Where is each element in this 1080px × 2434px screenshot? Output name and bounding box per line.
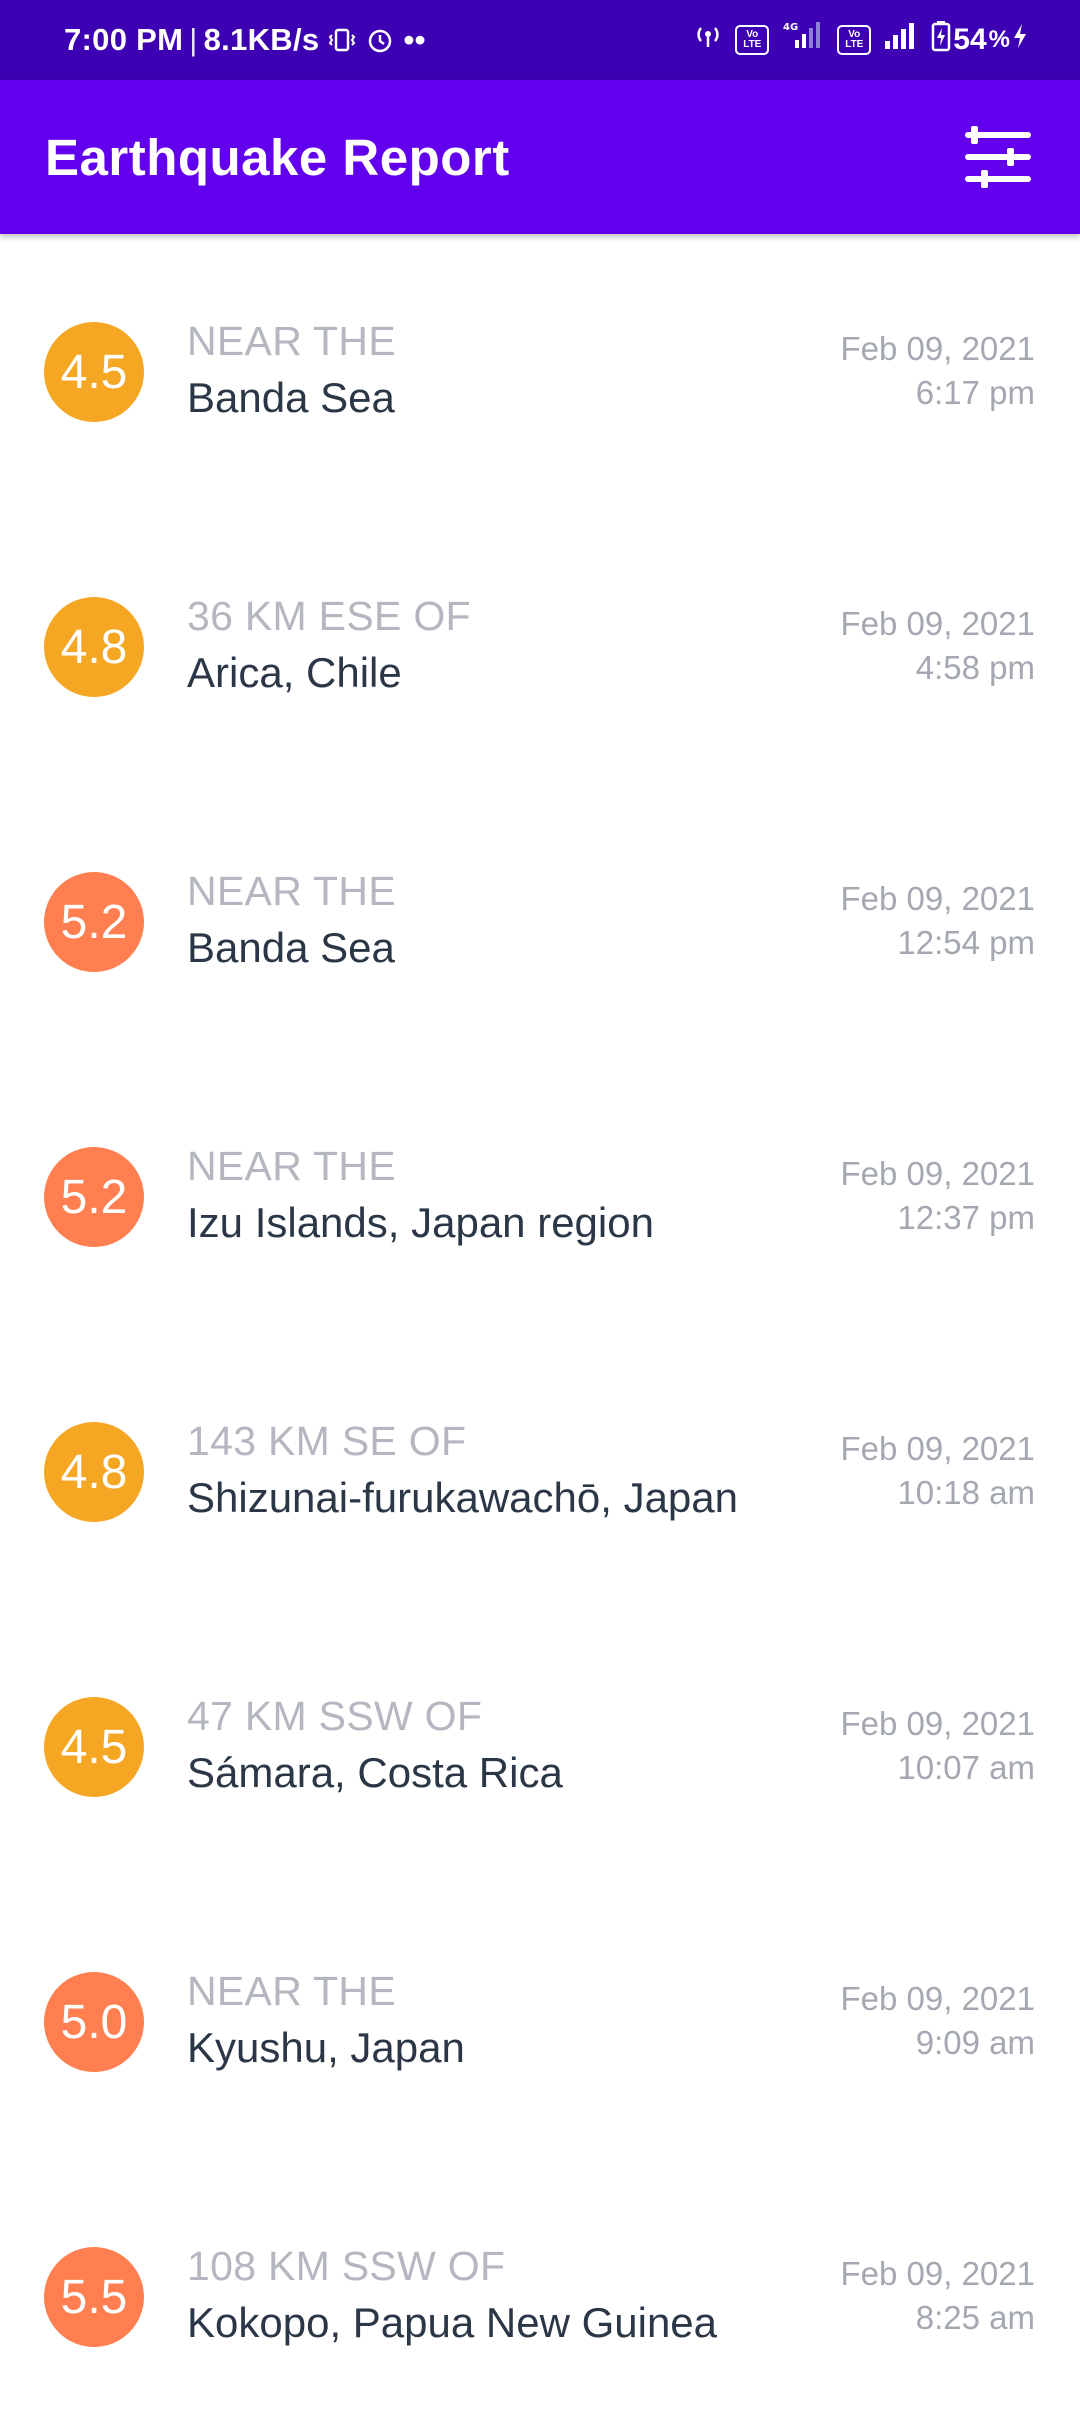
volte-icon-2: Vo LTE [837,25,872,55]
location-offset: NEAR THE [187,868,396,914]
quake-time: 10:18 am [897,1474,1035,1511]
quake-time: 10:07 am [897,1749,1035,1786]
magnitude-badge: 4.8 [44,1422,144,1522]
primary-location: Banda Sea [187,924,395,971]
status-bar-right: Vo LTE 4G Vo LTE 54 % [693,20,1028,60]
magnitude-badge: 5.0 [44,1972,144,2072]
status-time: 7:00 PM [64,22,184,57]
quake-date: Feb 09, 2021 [840,605,1036,642]
more-notifications-icon: •• [403,22,426,57]
location-offset: 108 KM SSW OF [187,2243,506,2289]
battery-level: 54 [953,23,987,56]
primary-location: Kyushu, Japan [187,2024,465,2071]
location-offset: NEAR THE [187,1143,396,1189]
status-bar-left: 7:00 PM | 8.1KB/s •• [64,22,426,58]
location-offset: NEAR THE [187,1968,396,2014]
magnitude-badge: 4.8 [44,597,144,697]
location-offset: NEAR THE [187,318,396,364]
quake-date: Feb 09, 2021 [840,1980,1036,2017]
signal-icon [883,21,919,59]
quake-date: Feb 09, 2021 [840,330,1036,367]
filter-settings-button[interactable] [956,115,1040,199]
status-bar: 7:00 PM | 8.1KB/s •• Vo LTE 4G Vo LTE 54… [0,0,1080,80]
quake-time: 8:25 am [915,2299,1035,2336]
volte-bottom-text-2: LTE [845,39,864,50]
earthquake-list-item[interactable]: 4.5 47 KM SSW OF Sámara, Costa Rica Feb 09,… [0,1609,1080,1884]
quake-time: 12:37 pm [897,1199,1035,1236]
earthquake-list-item[interactable]: 4.5 NEAR THE Banda Sea Feb 09, 2021 6:17 pm [0,234,1080,509]
location-offset: 36 KM ESE OF [187,593,471,639]
location-offset: 143 KM SE OF [187,1418,467,1464]
magnitude-badge: 5.2 [44,1147,144,1247]
magnitude-badge: 5.5 [44,2247,144,2347]
svg-text:4G: 4G [783,22,798,33]
hotspot-icon [693,21,723,59]
earthquake-list-item[interactable]: 5.5 108 KM SSW OF Kokopo, Papua New Guinea… [0,2159,1080,2434]
quake-date: Feb 09, 2021 [840,1705,1036,1742]
vibrate-icon [327,25,357,55]
alarm-icon [365,25,395,55]
volte-icon: Vo LTE [735,25,770,55]
quake-date: Feb 09, 2021 [840,880,1036,917]
primary-location: Shizunai-furukawachō, Japan [187,1474,739,1521]
earthquake-list-item[interactable]: 5.2 NEAR THE Banda Sea Feb 09, 2021 12:54 pm [0,784,1080,1059]
quake-time: 9:09 am [915,2024,1035,2061]
quake-date: Feb 09, 2021 [840,1430,1036,1467]
signal-4g-icon: 4G [781,20,825,60]
volte-bottom-text: LTE [743,39,762,50]
battery-percent: % [988,26,1010,53]
location-offset: 47 KM SSW OF [187,1693,483,1739]
quake-time: 6:17 pm [915,374,1035,411]
quake-time: 4:58 pm [915,649,1035,686]
quake-date: Feb 09, 2021 [840,1155,1036,1192]
status-separator: | [189,22,198,57]
earthquake-list[interactable]: 4.5 NEAR THE Banda Sea Feb 09, 2021 6:17 pm 4… [0,234,1080,2434]
app-bar: Earthquake Report [0,80,1080,234]
quake-time: 12:54 pm [897,924,1035,961]
battery-indicator: 54 % [931,20,1028,60]
network-speed: 8.1KB/s [203,22,320,57]
earthquake-list-item[interactable]: 4.8 143 KM SE OF Shizunai-furukawachō, Jap… [0,1334,1080,1609]
magnitude-badge: 4.5 [44,322,144,422]
earthquake-list-item[interactable]: 5.2 NEAR THE Izu Islands, Japan region Feb … [0,1059,1080,1334]
magnitude-badge: 4.5 [44,1697,144,1797]
primary-location: Izu Islands, Japan region [187,1199,654,1246]
quake-date: Feb 09, 2021 [840,2255,1036,2292]
tune-icon [965,126,1031,188]
app-title: Earthquake Report [45,128,510,186]
earthquake-list-item[interactable]: 5.0 NEAR THE Kyushu, Japan Feb 09, 2021 9:09… [0,1884,1080,2159]
charging-icon [1012,22,1028,58]
magnitude-badge: 5.2 [44,872,144,972]
earthquake-list-item[interactable]: 4.8 36 KM ESE OF Arica, Chile Feb 09, 2021 4… [0,509,1080,784]
battery-icon [931,20,951,60]
primary-location: Arica, Chile [187,649,402,696]
primary-location: Banda Sea [187,374,395,421]
primary-location: Sámara, Costa Rica [187,1749,563,1796]
